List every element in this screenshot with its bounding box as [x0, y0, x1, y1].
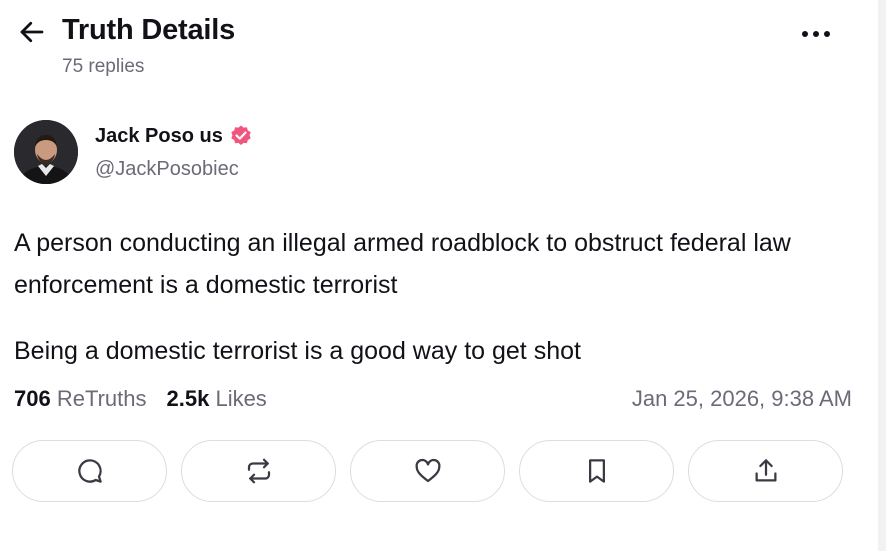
post-stats: 706 ReTruths 2.5k Likes — [14, 386, 267, 412]
likes-stat[interactable]: 2.5k Likes — [167, 386, 267, 412]
likes-count: 2.5k — [166, 386, 210, 411]
likes-label: Likes — [215, 386, 267, 411]
more-horizontal-icon — [802, 31, 830, 37]
retruths-label: ReTruths — [56, 386, 147, 411]
share-icon — [755, 459, 776, 482]
retruths-count: 706 — [14, 386, 51, 411]
page-edge — [878, 0, 886, 551]
reply-button[interactable] — [12, 440, 167, 502]
verified-badge-icon — [231, 125, 251, 145]
reply-icon — [77, 459, 102, 483]
back-button[interactable] — [14, 16, 50, 48]
author-handle[interactable]: @JackPosobiec — [95, 158, 239, 181]
page-title: Truth Details — [62, 14, 236, 46]
replies-count: 75 replies — [62, 56, 145, 77]
bookmark-button[interactable] — [519, 440, 674, 502]
retruth-icon — [247, 458, 270, 484]
like-icon — [415, 458, 440, 483]
action-bar — [12, 440, 843, 502]
bookmark-icon — [588, 459, 605, 483]
arrow-left-icon — [20, 21, 44, 43]
post-paragraph: Being a domestic terrorist is a good way… — [14, 337, 581, 365]
share-button[interactable] — [688, 440, 843, 502]
retruth-button[interactable] — [181, 440, 336, 502]
avatar[interactable] — [14, 120, 78, 184]
avatar-portrait-icon — [14, 120, 78, 184]
author-name[interactable]: Jack Poso us — [95, 125, 223, 148]
author-name-row[interactable]: Jack Poso us — [95, 124, 253, 148]
like-button[interactable] — [350, 440, 505, 502]
post-paragraph: A person conducting an illegal armed roa… — [14, 229, 791, 299]
post-timestamp: Jan 25, 2026, 9:38 AM — [631, 386, 852, 411]
more-options-button[interactable] — [796, 18, 836, 50]
retruths-stat[interactable]: 706 ReTruths — [14, 386, 147, 412]
page-header: Truth Details 75 replies — [0, 0, 878, 90]
